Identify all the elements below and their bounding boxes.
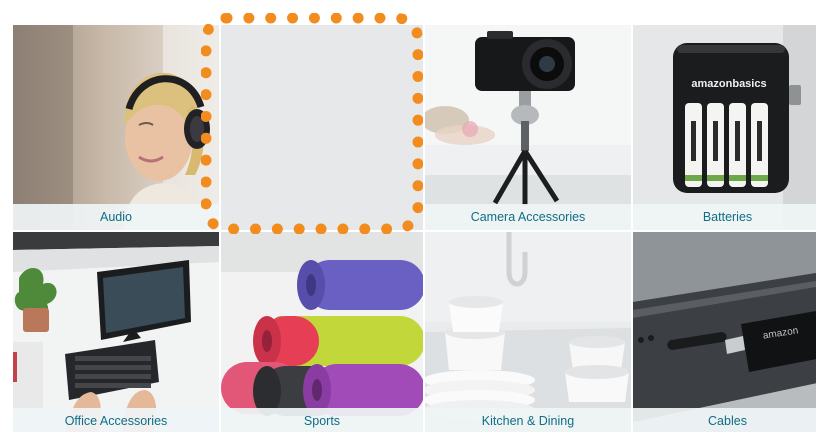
camera-tripod-photo-icon [425,25,631,230]
tile-audio[interactable]: Audio [13,25,219,230]
tile-camera-accessories[interactable]: Camera Accessories [425,25,631,230]
dishes-photo-icon [425,232,631,432]
tile-sports[interactable]: Sports [221,232,423,432]
tile-batteries[interactable]: amazonbasics Batteries [633,25,816,230]
tile-cables[interactable]: amazon Cables [633,232,816,432]
tile-label: Cables [633,408,816,432]
headphones-photo-icon [13,25,219,230]
keyboard-tablet-photo-icon [13,232,219,432]
charger-brand-text: amazonbasics [691,78,766,90]
tile-label: Batteries [633,204,816,230]
tile-label: Audio [13,204,219,230]
tile-label: Office Accessories [13,408,219,432]
category-grid: Audio Camera Accessories amazonbasics Ba… [13,25,816,432]
tile-label: Sports [221,408,423,432]
category-grid-screen: Audio Camera Accessories amazonbasics Ba… [0,0,816,432]
tile-office-accessories[interactable]: Office Accessories [13,232,219,432]
battery-charger-photo-icon: amazonbasics [633,25,816,230]
loading-placeholder-icon [221,25,423,230]
tile-label: Camera Accessories [425,204,631,230]
tile-kitchen-dining[interactable]: Kitchen & Dining [425,232,631,432]
tile-placeholder[interactable] [221,25,423,230]
yoga-mats-photo-icon [221,232,423,432]
lightning-cable-photo-icon: amazon [633,232,816,432]
tile-label: Kitchen & Dining [425,408,631,432]
